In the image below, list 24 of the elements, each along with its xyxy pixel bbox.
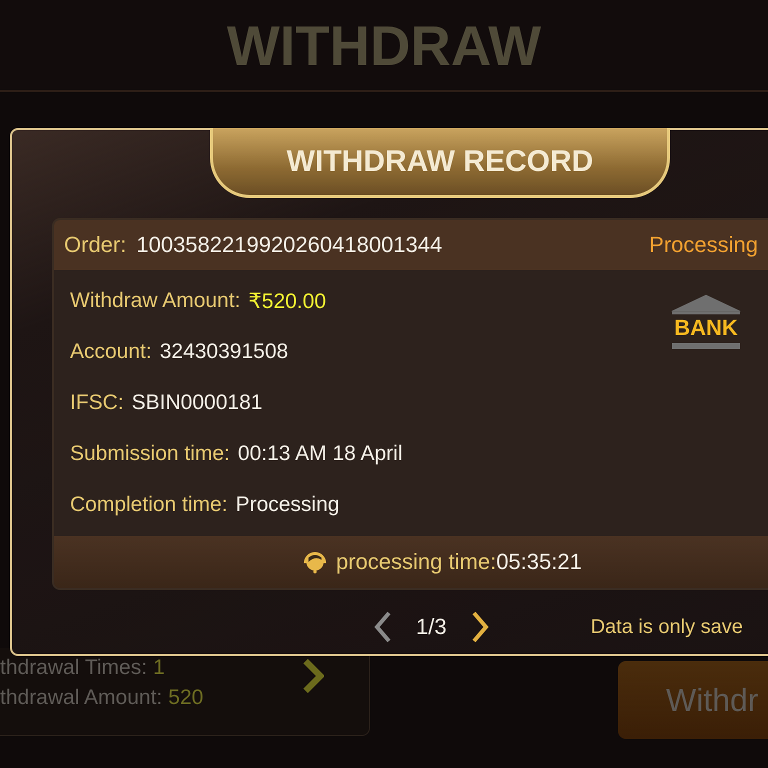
data-note: Data is only save [590,616,743,638]
status-label: Processing [649,232,759,258]
withdraw-button[interactable]: Withdr [618,661,768,739]
stat-value: 1 [153,656,165,680]
field-label: Withdraw Amount: [70,289,240,313]
field-label: Account: [70,340,152,364]
dialog-title: WITHDRAW RECORD [210,128,670,198]
field-value: 32430391508 [160,340,288,364]
headset-icon [302,549,328,575]
stat-label: thdrawal Amount: [0,686,162,710]
stat-label: thdrawal Times: [0,656,148,680]
chevron-right-icon [302,658,324,694]
processing-time: processing time:05:35:21 [336,549,582,575]
field-label: Submission time: [70,442,230,466]
page-indicator: 1/3 [416,614,447,640]
page-title: WITHDRAW [226,12,542,78]
field-value: Processing [236,493,340,517]
field-label: IFSC: [70,391,124,415]
field-label: Completion time: [70,493,228,517]
field-value: 00:13 AM 18 April [238,442,402,466]
stat-value: 520 [168,686,204,710]
field-value: SBIN0000181 [132,391,262,415]
order-number: Order: 1003582219920260418001344 [64,232,442,258]
field-value: ₹520.00 [248,288,326,314]
